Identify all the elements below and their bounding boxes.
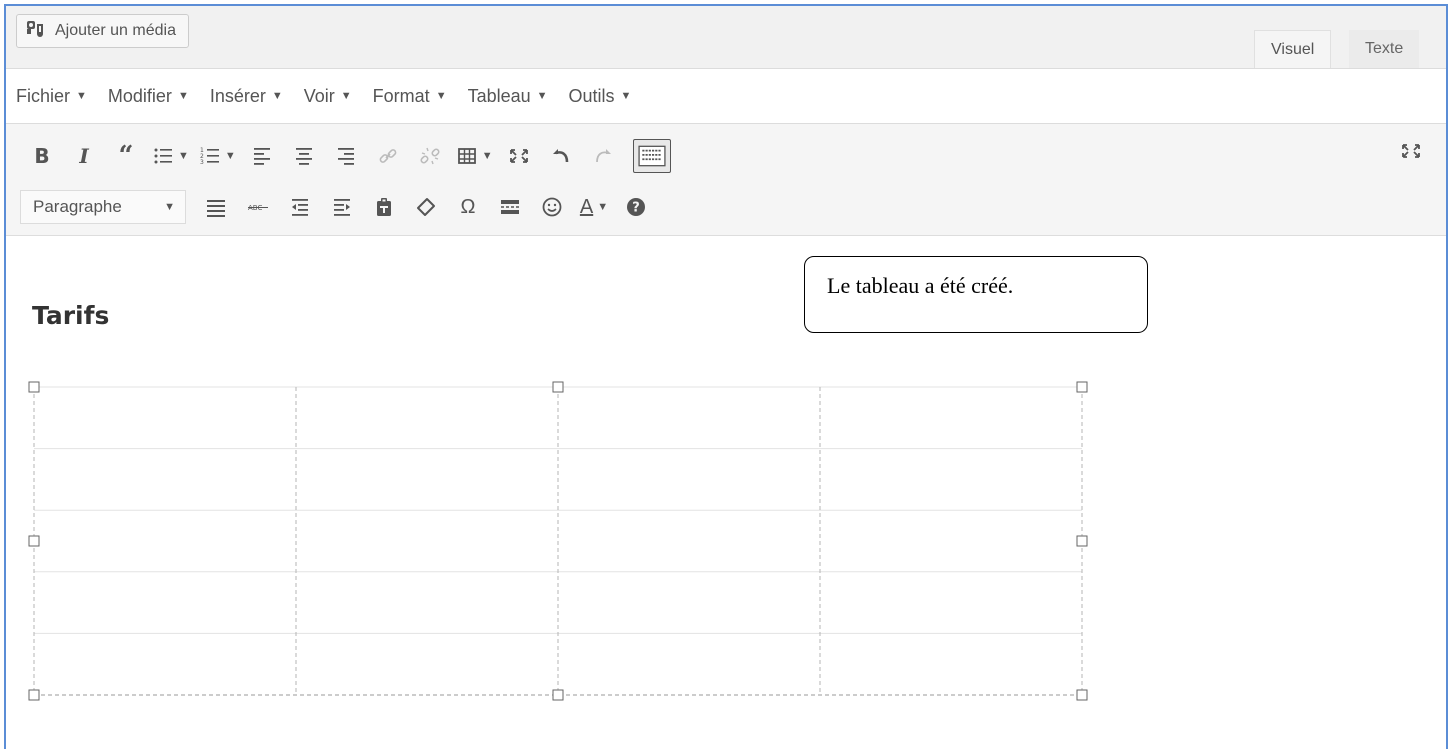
numbered-list-icon: 123 (200, 147, 219, 166)
bold-button[interactable]: B (26, 139, 58, 173)
unlink-icon (420, 147, 440, 165)
tab-visuel[interactable]: Visuel (1254, 30, 1332, 68)
editor-frame: Ajouter un média Visuel Texte Fichier ▼ M… (4, 4, 1448, 749)
caret-down-icon: ▼ (224, 150, 236, 162)
toolbar-row-1: B I “ ▼ 123 ▼ ▼ (26, 136, 671, 176)
align-right-button[interactable] (330, 139, 362, 173)
menu-format[interactable]: Format ▼ (373, 86, 447, 107)
menu-modifier[interactable]: Modifier ▼ (108, 86, 189, 107)
help-button[interactable]: ? (620, 190, 652, 224)
caret-down-icon: ▼ (76, 90, 87, 102)
toolbar-toggle-button[interactable] (632, 139, 671, 173)
emoticons-button[interactable] (536, 190, 568, 224)
caret-down-icon: ▼ (178, 150, 189, 162)
table-resize-handle[interactable] (28, 535, 40, 547)
table-resize-handle[interactable] (1076, 689, 1088, 701)
read-more-icon (501, 200, 519, 214)
justify-icon (207, 200, 225, 217)
indent-icon (334, 199, 350, 216)
caret-down-icon: ▼ (597, 201, 609, 213)
align-center-icon (295, 148, 312, 165)
expand-icon (509, 149, 528, 163)
numbered-list-button[interactable]: 123 ▼ (199, 139, 236, 173)
caret-down-icon: ▼ (481, 150, 493, 162)
table-icon (457, 148, 476, 164)
fullscreen-button[interactable] (1400, 140, 1422, 168)
add-media-button[interactable]: Ajouter un média (16, 14, 189, 48)
svg-text:3: 3 (200, 159, 204, 166)
undo-icon (552, 149, 568, 163)
keyboard-icon (638, 145, 666, 167)
media-add-icon (25, 18, 47, 45)
omega-icon: Ω (460, 195, 476, 218)
strikethrough-icon: ABC (248, 204, 268, 212)
callout-text: Le tableau a été créé. (827, 273, 1014, 298)
outdent-button[interactable] (284, 190, 316, 224)
table-resize-handle[interactable] (28, 381, 40, 393)
caret-down-icon: ▼ (435, 90, 447, 102)
help-icon: ? (627, 198, 645, 216)
caret-down-icon: ▼ (340, 90, 352, 102)
content-table[interactable] (28, 381, 1088, 701)
align-left-button[interactable] (246, 139, 278, 173)
caret-down-icon: ▼ (536, 90, 548, 102)
table-button[interactable]: ▼ (456, 139, 493, 173)
table-resize-handle[interactable] (1076, 535, 1088, 547)
menu-voir[interactable]: Voir ▼ (304, 86, 352, 107)
table-resize-handle[interactable] (552, 381, 564, 393)
read-more-button[interactable] (494, 190, 526, 224)
insert-link-button[interactable] (372, 139, 404, 173)
media-bar: Ajouter un média Visuel Texte (6, 6, 1446, 68)
strikethrough-button[interactable]: ABC (242, 190, 274, 224)
align-left-icon (253, 148, 270, 165)
tab-texte[interactable]: Texte (1349, 30, 1420, 68)
text-color-icon: A (579, 195, 594, 218)
align-center-button[interactable] (288, 139, 320, 173)
smiley-icon (542, 197, 562, 217)
special-character-button[interactable]: Ω (452, 190, 484, 224)
format-select-value: Paragraphe (33, 197, 122, 216)
menu-inserer[interactable]: Insérer ▼ (210, 86, 283, 107)
table-resize-handle[interactable] (28, 689, 40, 701)
clipboard-icon (377, 198, 391, 216)
clear-formatting-button[interactable] (410, 190, 442, 224)
table-grid[interactable] (28, 381, 1088, 705)
caret-down-icon: ▼ (164, 201, 175, 213)
horizontal-line-button[interactable] (200, 190, 232, 224)
redo-icon (595, 149, 611, 163)
redo-button[interactable] (587, 139, 619, 173)
text-color-button[interactable]: A ▼ (578, 190, 610, 224)
blockquote-button[interactable]: “ (110, 139, 142, 173)
editor-toolbar: B I “ ▼ 123 ▼ ▼ Paragraphe ▼ Ω A ▼ ? (6, 124, 1446, 236)
caret-down-icon: ▼ (620, 90, 632, 102)
distraction-free-button[interactable] (503, 139, 535, 173)
menu-fichier[interactable]: Fichier ▼ (16, 86, 87, 107)
caret-down-icon: ▼ (271, 90, 283, 102)
editor-menubar: Fichier ▼ Modifier ▼ Insérer ▼ Voir ▼ Format… (6, 68, 1446, 124)
menu-tableau[interactable]: Tableau ▼ (468, 86, 548, 107)
eraser-icon (417, 198, 435, 216)
callout-annotation: Le tableau a été créé. (804, 256, 1148, 333)
table-resize-handle[interactable] (1076, 381, 1088, 393)
toolbar-row-2: Paragraphe ▼ ABC Ω (20, 187, 662, 227)
table-resize-handle[interactable] (552, 689, 564, 701)
add-media-label: Ajouter un média (55, 22, 176, 39)
content-heading: Tarifs (32, 301, 110, 330)
undo-button[interactable] (545, 139, 577, 173)
format-select[interactable]: Paragraphe ▼ (20, 190, 186, 224)
link-icon (379, 149, 397, 163)
align-right-icon (337, 148, 354, 165)
remove-link-button[interactable] (414, 139, 446, 173)
italic-button[interactable]: I (68, 139, 100, 173)
outdent-icon (292, 199, 308, 216)
bullet-list-button[interactable]: ▼ (152, 139, 189, 173)
indent-button[interactable] (326, 190, 358, 224)
paste-text-button[interactable] (368, 190, 400, 224)
fullscreen-icon (1402, 144, 1420, 158)
menu-outils[interactable]: Outils ▼ (569, 86, 632, 107)
caret-down-icon: ▼ (177, 90, 189, 102)
editor-content[interactable]: Le tableau a été créé. Tarifs (6, 237, 1446, 749)
svg-text:?: ? (632, 201, 640, 216)
bullet-list-icon (154, 148, 172, 164)
